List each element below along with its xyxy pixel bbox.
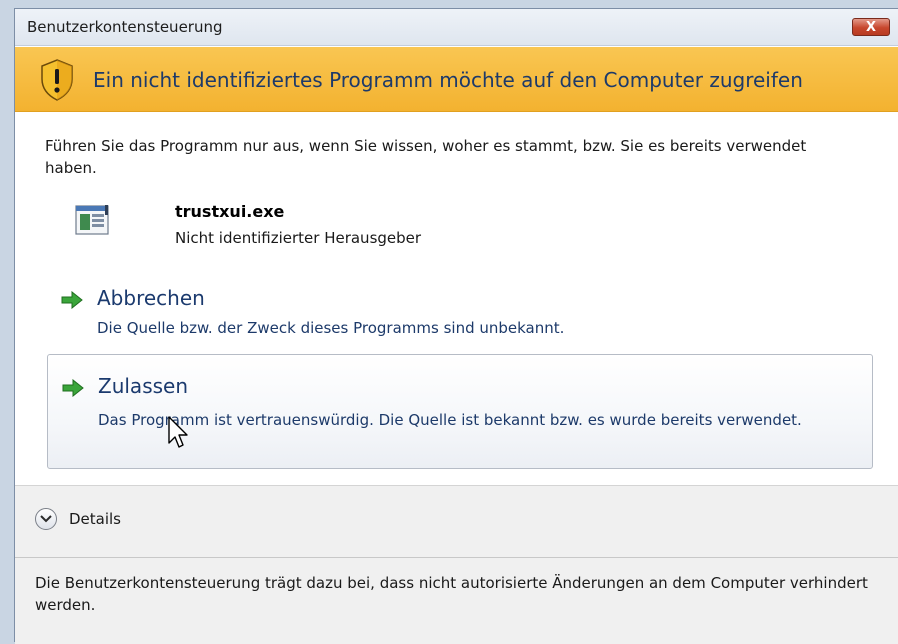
footer: Die Benutzerkontensteuerung trägt dazu b… xyxy=(15,557,898,644)
allow-option-description: Das Programm ist vertrauenswürdig. Die Q… xyxy=(98,411,802,429)
footer-text: Die Benutzerkontensteuerung trägt dazu b… xyxy=(35,574,868,614)
uac-dialog: Benutzerkontensteuerung X Ein nicht iden… xyxy=(14,8,898,644)
application-icon xyxy=(75,205,109,235)
green-arrow-icon xyxy=(62,379,84,397)
cancel-option[interactable]: Abbrechen Die Quelle bzw. der Zweck dies… xyxy=(47,281,873,351)
warning-banner: Ein nicht identifiziertes Programm möcht… xyxy=(15,47,898,112)
warning-shield-icon xyxy=(41,59,73,101)
program-name: trustxui.exe xyxy=(175,202,285,221)
title-bar: Benutzerkontensteuerung X xyxy=(15,9,898,46)
cancel-option-title: Abbrechen xyxy=(97,286,205,310)
program-publisher: Nicht identifizierter Herausgeber xyxy=(175,229,422,247)
mouse-cursor-icon xyxy=(168,416,188,448)
details-toggle[interactable]: Details xyxy=(35,508,121,530)
close-icon: X xyxy=(865,19,877,35)
green-arrow-icon xyxy=(61,291,83,309)
allow-option-title: Zulassen xyxy=(98,374,189,398)
window-title: Benutzerkontensteuerung xyxy=(27,18,223,36)
cancel-option-description: Die Quelle bzw. der Zweck dieses Program… xyxy=(97,319,565,337)
chevron-down-icon xyxy=(35,508,57,530)
details-bar: Details xyxy=(15,485,898,558)
details-label: Details xyxy=(69,510,122,528)
banner-heading: Ein nicht identifiziertes Programm möcht… xyxy=(93,68,803,92)
intro-text: Führen Sie das Programm nur aus, wenn Si… xyxy=(45,137,807,177)
allow-option[interactable]: Zulassen Das Programm ist vertrauenswürd… xyxy=(47,354,873,469)
close-button[interactable]: X xyxy=(852,18,890,36)
